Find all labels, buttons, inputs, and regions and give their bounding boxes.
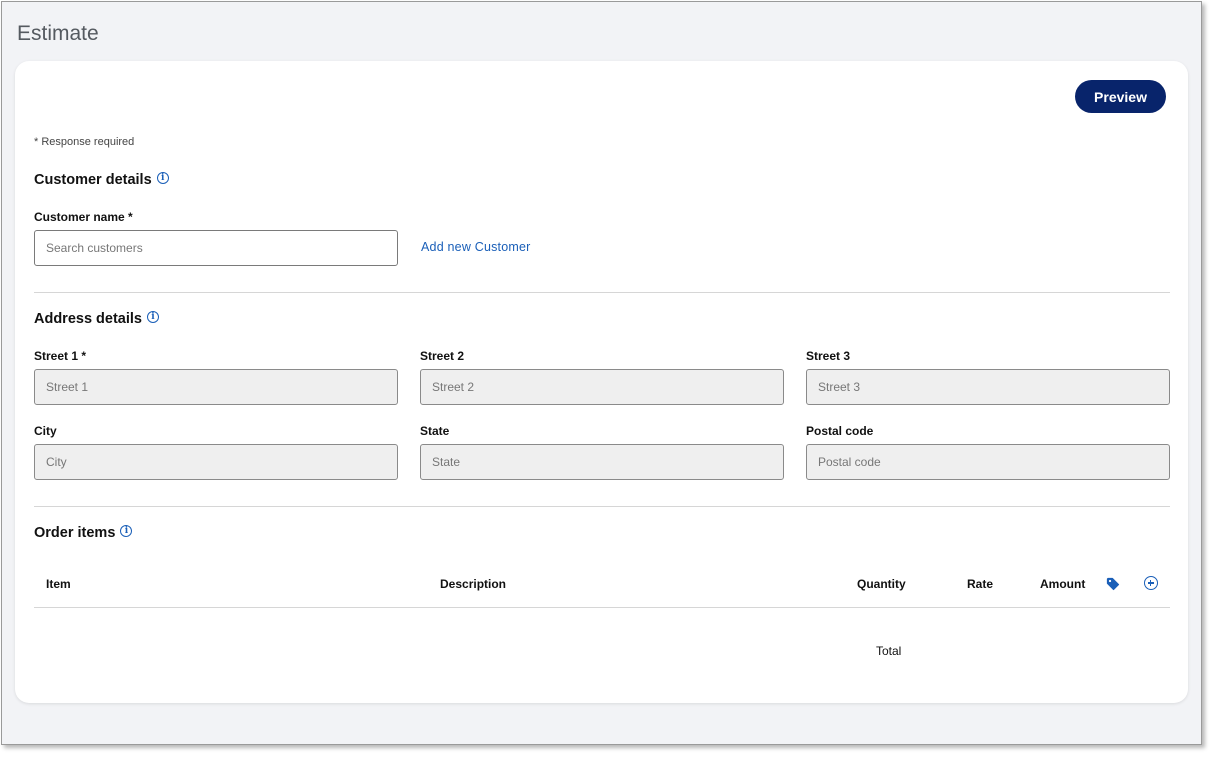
section-divider — [34, 292, 1170, 293]
info-icon[interactable]: i — [156, 172, 169, 184]
street1-label: Street 1 * — [34, 349, 87, 363]
city-label: City — [34, 424, 57, 438]
address-details-heading: Address details i — [34, 311, 159, 327]
street2-label: Street 2 — [420, 349, 465, 363]
tag-icon[interactable] — [1106, 577, 1120, 591]
order-items-heading: Order items i — [34, 525, 133, 541]
column-header-quantity: Quantity — [857, 577, 906, 591]
info-icon[interactable]: i — [120, 525, 133, 537]
street3-label: Street 3 — [806, 349, 851, 363]
app-window: Estimate Preview * Response required Cus… — [1, 1, 1202, 745]
state-label: State — [420, 424, 450, 438]
customer-name-label: Customer name * — [34, 210, 133, 224]
column-header-item: Item — [46, 577, 71, 591]
column-header-rate: Rate — [967, 577, 994, 591]
page-title: Estimate — [17, 22, 99, 45]
add-item-plus-icon[interactable] — [1144, 576, 1158, 590]
state-input[interactable] — [420, 444, 784, 480]
order-items-title: Order items — [34, 525, 116, 541]
customer-details-title: Customer details — [34, 172, 152, 188]
table-divider — [34, 607, 1170, 608]
street2-input[interactable] — [420, 369, 784, 405]
customer-search-input[interactable] — [34, 230, 398, 266]
preview-button[interactable]: Preview — [1075, 80, 1166, 113]
total-label: Total — [876, 644, 902, 658]
column-header-description: Description — [440, 577, 507, 591]
customer-details-heading: Customer details i — [34, 172, 169, 188]
city-input[interactable] — [34, 444, 398, 480]
street1-input[interactable] — [34, 369, 398, 405]
section-divider — [34, 506, 1170, 507]
street3-input[interactable] — [806, 369, 1170, 405]
estimate-form-card: Preview * Response required Customer det… — [15, 61, 1188, 703]
required-note: * Response required — [34, 136, 135, 148]
add-new-customer-link[interactable]: Add new Customer — [421, 240, 531, 254]
postal-code-input[interactable] — [806, 444, 1170, 480]
address-details-title: Address details — [34, 311, 142, 327]
info-icon[interactable]: i — [147, 311, 159, 323]
postal-code-label: Postal code — [806, 424, 874, 438]
column-header-amount: Amount — [1040, 577, 1086, 591]
